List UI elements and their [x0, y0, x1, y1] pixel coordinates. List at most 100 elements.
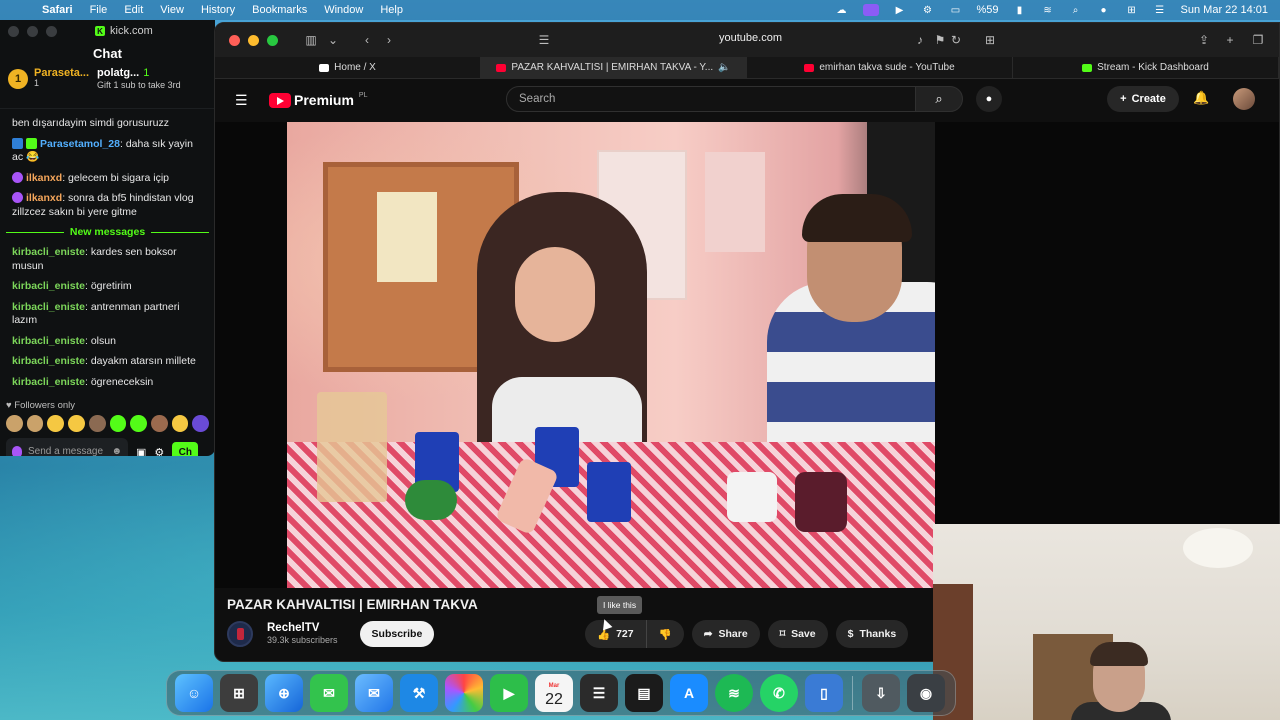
channel-avatar[interactable]	[227, 621, 253, 647]
new-tab-icon[interactable]: +	[1219, 31, 1241, 49]
user-icon[interactable]: ●	[1097, 4, 1111, 16]
mail-icon[interactable]: ✉	[355, 674, 393, 712]
chat-username[interactable]: ilkanxd	[26, 192, 62, 204]
new-messages-divider[interactable]: New messages	[0, 226, 215, 238]
menu-bookmarks[interactable]: Bookmarks	[252, 4, 307, 16]
like-button[interactable]: 👍 727	[585, 620, 647, 648]
finder-icon[interactable]: ☺	[175, 674, 213, 712]
tab-overview-grid-icon[interactable]: ⊞	[979, 31, 1001, 49]
share-button[interactable]: ➦ Share	[691, 620, 760, 648]
battery-icon[interactable]: ▮	[1013, 4, 1027, 16]
tabs-icon[interactable]: ❐	[1247, 31, 1269, 49]
notes-icon[interactable]: ▤	[625, 674, 663, 712]
emote-icon[interactable]	[26, 415, 44, 432]
spotify-icon[interactable]: ≋	[715, 674, 753, 712]
menu-history[interactable]: History	[201, 4, 235, 16]
speaker-icon[interactable]: 🔈	[718, 62, 730, 73]
chat-username[interactable]: kirbacli_eniste	[12, 335, 85, 347]
zoom-button[interactable]	[46, 25, 57, 37]
emoji-icon[interactable]: ☻	[111, 447, 122, 457]
messages-icon[interactable]: ✉	[310, 674, 348, 712]
menu-window[interactable]: Window	[324, 4, 363, 16]
close-button[interactable]	[8, 25, 19, 37]
channel-name[interactable]: RechelTV	[267, 622, 338, 634]
search-input[interactable]: Search	[506, 86, 916, 112]
calendar-icon[interactable]: Mar 22	[535, 674, 573, 712]
search-icon[interactable]: ⌕	[1069, 4, 1083, 16]
chat-username[interactable]: kirbacli_eniste	[12, 301, 85, 313]
chat-username[interactable]: kirbacli_eniste	[12, 246, 85, 258]
thanks-button[interactable]: $ Thanks	[835, 620, 909, 648]
downloads-icon[interactable]: ⇩	[862, 674, 900, 712]
voice-search-button[interactable]: ●	[976, 86, 1002, 112]
minimize-button[interactable]	[27, 25, 38, 37]
settings-icon[interactable]: ⚙	[154, 446, 164, 457]
control-center-icon[interactable]: ☰	[1153, 4, 1167, 16]
send-message-input[interactable]: Send a message ☻	[6, 438, 128, 456]
close-button[interactable]	[229, 34, 240, 46]
tab-kick-dashboard[interactable]: Stream - Kick Dashboard	[1013, 57, 1279, 78]
obs-icon[interactable]: ◉	[907, 674, 945, 712]
display-icon[interactable]: ▭	[949, 4, 963, 16]
back-button[interactable]: ‹	[356, 31, 378, 49]
play-icon[interactable]: ▶	[893, 4, 907, 16]
app-store-icon[interactable]: A	[670, 674, 708, 712]
create-button[interactable]: + Create	[1107, 86, 1179, 112]
chevron-down-icon[interactable]: ⌄	[322, 31, 344, 49]
sidebar-toggle-icon[interactable]: ▥	[300, 31, 322, 49]
youtube-premium-logo[interactable]: Premium PL	[269, 92, 367, 108]
launchpad-icon[interactable]: ⊞	[220, 674, 258, 712]
audio-icon[interactable]: ♪	[909, 31, 931, 49]
tab-x[interactable]: Home / X	[215, 57, 481, 78]
emote-icon[interactable]	[6, 415, 23, 432]
video-player[interactable]	[215, 122, 1279, 588]
menu-help[interactable]: Help	[380, 4, 403, 16]
preview-icon[interactable]: ▯	[805, 674, 843, 712]
minimize-button[interactable]	[248, 34, 259, 46]
avatar[interactable]	[1233, 88, 1255, 110]
reload-icon[interactable]: ↻	[945, 31, 967, 49]
gifter-1[interactable]: 1 Paraseta... 1	[8, 67, 89, 89]
battery-percent[interactable]: %59	[977, 4, 999, 16]
save-button[interactable]: ⌑ Save	[767, 620, 828, 648]
tools-icon[interactable]: ⚙	[921, 4, 935, 16]
chat-username[interactable]: kirbacli_eniste	[12, 280, 85, 292]
facetime-icon[interactable]: ▶	[490, 674, 528, 712]
chat-username[interactable]: kirbacli_eniste	[12, 376, 85, 388]
subscribe-button[interactable]: Subscribe	[359, 621, 435, 647]
emote-icon[interactable]	[68, 415, 85, 432]
safari-icon[interactable]: ⊕	[265, 674, 303, 712]
grid-icon[interactable]: ⊞	[1125, 4, 1139, 16]
emote-icon[interactable]	[130, 415, 147, 432]
notifications-bell-icon[interactable]: 🔔	[1193, 90, 1209, 106]
emote-icon[interactable]	[47, 415, 65, 432]
clock[interactable]: Sun Mar 22 14:01	[1181, 4, 1268, 16]
emote-icon[interactable]	[88, 415, 106, 432]
emote-icon[interactable]	[192, 415, 210, 432]
xcode-icon[interactable]: ⚒	[400, 674, 438, 712]
photos-icon[interactable]	[445, 674, 483, 712]
reminders-icon[interactable]: ☰	[580, 674, 618, 712]
wifi-icon[interactable]: ≋	[1041, 4, 1055, 16]
zoom-button[interactable]	[267, 34, 278, 46]
menu-icon[interactable]: ☰	[235, 92, 249, 109]
emote-icon[interactable]	[150, 415, 168, 432]
chat-send-button[interactable]: Ch	[172, 442, 199, 456]
chat-username[interactable]: ilkanxd	[26, 172, 62, 184]
whatsapp-icon[interactable]: ✆	[760, 674, 798, 712]
video-frame[interactable]	[287, 122, 935, 588]
share-icon[interactable]: ⇪	[1193, 31, 1215, 49]
gifter-2[interactable]: polatg... 1 Gift 1 sub to take 3rd	[97, 67, 181, 90]
page-menu-icon[interactable]: ☰	[533, 31, 555, 49]
dislike-button[interactable]: 👎	[646, 620, 684, 648]
gift-icon[interactable]: ▣	[136, 446, 146, 457]
menu-app-name[interactable]: Safari	[42, 4, 73, 16]
forward-button[interactable]: ›	[378, 31, 400, 49]
search-button[interactable]: ⌕	[915, 86, 963, 112]
cloud-icon[interactable]: ☁	[835, 4, 849, 16]
screen-record-icon[interactable]	[862, 4, 879, 16]
menu-view[interactable]: View	[160, 4, 184, 16]
tab-youtube-video[interactable]: PAZAR KAHVALTISI | EMIRHAN TAKVA - Y... …	[481, 57, 747, 78]
tab-youtube-search[interactable]: emirhan takva sude - YouTube	[747, 57, 1013, 78]
address-bar[interactable]: youtube.com	[719, 32, 782, 44]
